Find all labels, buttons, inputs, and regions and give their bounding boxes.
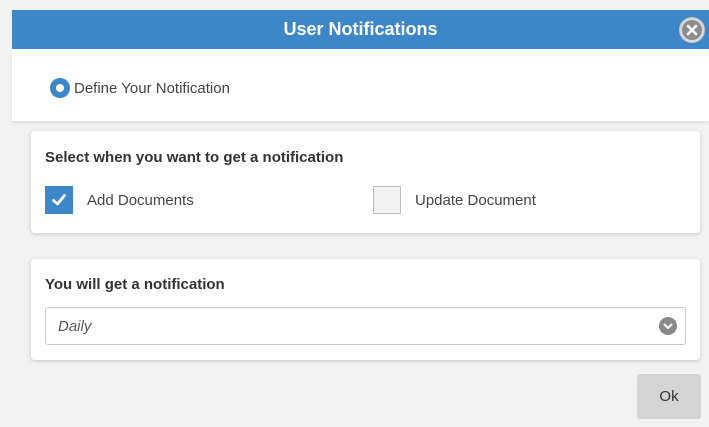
notification-dialog: User Notifications Define Your Notificat… (0, 0, 709, 427)
chevron-down-icon[interactable] (659, 317, 677, 335)
add-documents-label: Add Documents (87, 191, 194, 209)
close-button[interactable] (679, 17, 705, 43)
dialog-content: Define Your Notification Select when you… (12, 49, 709, 427)
ok-button[interactable]: Ok (637, 374, 701, 419)
when-card: Select when you want to get a notificati… (31, 131, 700, 233)
frequency-selected-value: Daily (58, 317, 92, 335)
add-documents-checkbox[interactable] (45, 186, 73, 214)
dialog-title: User Notifications (283, 19, 438, 39)
checkmark-icon (52, 194, 66, 206)
update-document-option[interactable]: Update Document (373, 186, 536, 214)
update-document-label: Update Document (415, 191, 536, 209)
frequency-card-title: You will get a notification (45, 276, 225, 293)
add-documents-option[interactable]: Add Documents (45, 186, 194, 214)
update-document-checkbox[interactable] (373, 186, 401, 214)
radio-selected-icon (50, 78, 70, 98)
step-define-notification[interactable]: Define Your Notification (50, 78, 230, 98)
when-card-title: Select when you want to get a notificati… (45, 149, 344, 166)
step-label: Define Your Notification (74, 79, 230, 97)
dialog-titlebar: User Notifications (12, 10, 709, 49)
frequency-select[interactable]: Daily (45, 307, 686, 345)
close-icon (682, 20, 702, 40)
frequency-card: You will get a notification Daily (31, 259, 700, 360)
radio-dot (56, 84, 64, 92)
step-bar: Define Your Notification (12, 49, 709, 121)
